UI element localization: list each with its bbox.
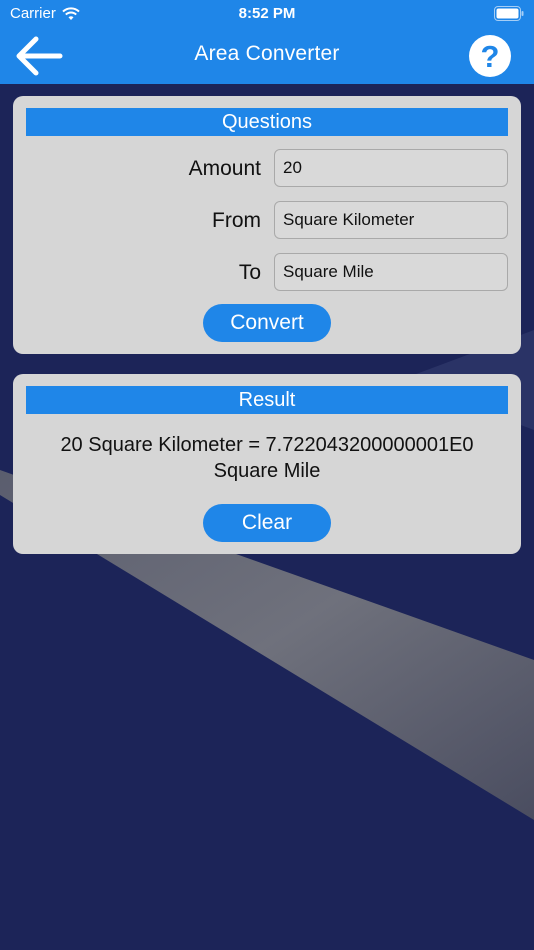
result-line-1: 20 Square Kilometer = 7.722043200000001E… (60, 434, 474, 456)
to-row: To Square Mile (13, 253, 521, 291)
amount-input[interactable]: 20 (274, 149, 508, 187)
help-button[interactable]: ? (468, 34, 512, 78)
questions-card: Questions Amount 20 From Square Kilomete… (13, 96, 521, 354)
page-title: Area Converter (194, 42, 340, 65)
clear-button[interactable]: Clear (203, 504, 331, 542)
convert-button[interactable]: Convert (203, 304, 331, 342)
from-row: From Square Kilometer (13, 201, 521, 239)
to-label: To (238, 261, 261, 284)
question-circle-icon: ? (469, 35, 511, 77)
status-bar: Carrier 8:52 PM (0, 0, 534, 28)
result-card: Result 20 Square Kilometer = 7.722043200… (13, 374, 521, 554)
result-heading: Result (26, 386, 508, 414)
amount-row: Amount 20 (13, 149, 521, 187)
result-line-2: Square Mile (213, 460, 321, 482)
status-time: 8:52 PM (238, 5, 296, 22)
to-unit-field[interactable]: Square Mile (274, 253, 508, 291)
result-text: 20 Square Kilometer = 7.722043200000001E… (13, 432, 521, 484)
amount-label: Amount (188, 157, 261, 180)
from-unit-field[interactable]: Square Kilometer (274, 201, 508, 239)
battery-icon (494, 6, 524, 21)
nav-bar: Carrier 8:52 PM Area Converter ? (0, 0, 534, 84)
svg-text:?: ? (481, 39, 500, 74)
from-label: From (212, 209, 261, 232)
questions-heading: Questions (26, 108, 508, 136)
